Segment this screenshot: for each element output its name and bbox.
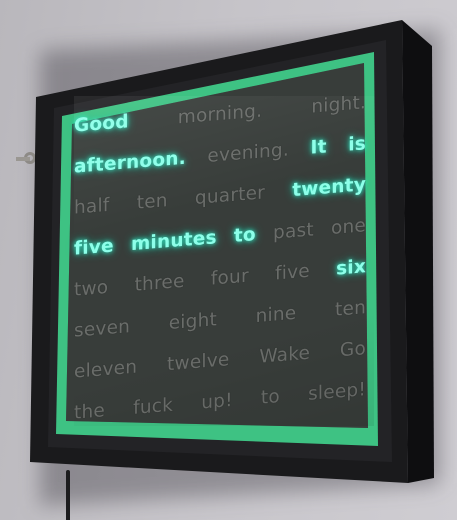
unlit-word: to [260, 386, 280, 409]
unlit-word: four [210, 265, 249, 290]
unlit-word: fuck [133, 394, 174, 419]
unlit-word: past [273, 219, 314, 244]
unlit-word: one [330, 215, 366, 240]
unlit-word: up! [201, 389, 233, 414]
unlit-word: seven [74, 316, 131, 342]
unlit-word: twelve [167, 349, 230, 376]
unlit-word: eight [168, 309, 217, 335]
unlit-word: ten [335, 297, 366, 321]
lit-word: five [74, 235, 114, 260]
unlit-word: night. [311, 92, 366, 118]
unlit-word: ten [136, 190, 168, 214]
unlit-word: half [74, 194, 110, 219]
unlit-word: two [74, 276, 109, 301]
unlit-word: three [134, 270, 185, 296]
unlit-word: sleep! [308, 379, 366, 405]
word-clock-face: Good morning. night. afternoon. evening. It is… [70, 92, 370, 426]
unlit-word: quarter [194, 182, 265, 209]
unlit-word: the [74, 400, 105, 424]
unlit-word: five [275, 260, 310, 285]
lit-word: six [336, 256, 366, 280]
lit-word: twenty [292, 174, 366, 202]
lit-word: It [310, 136, 327, 159]
unlit-word: nine [255, 302, 297, 328]
lit-word: is [348, 133, 366, 156]
lit-word: Good [74, 111, 129, 137]
unlit-word: Wake [259, 342, 311, 368]
lit-word: to [233, 224, 256, 247]
unlit-word: Go [339, 338, 366, 362]
unlit-word: eleven [74, 356, 138, 383]
